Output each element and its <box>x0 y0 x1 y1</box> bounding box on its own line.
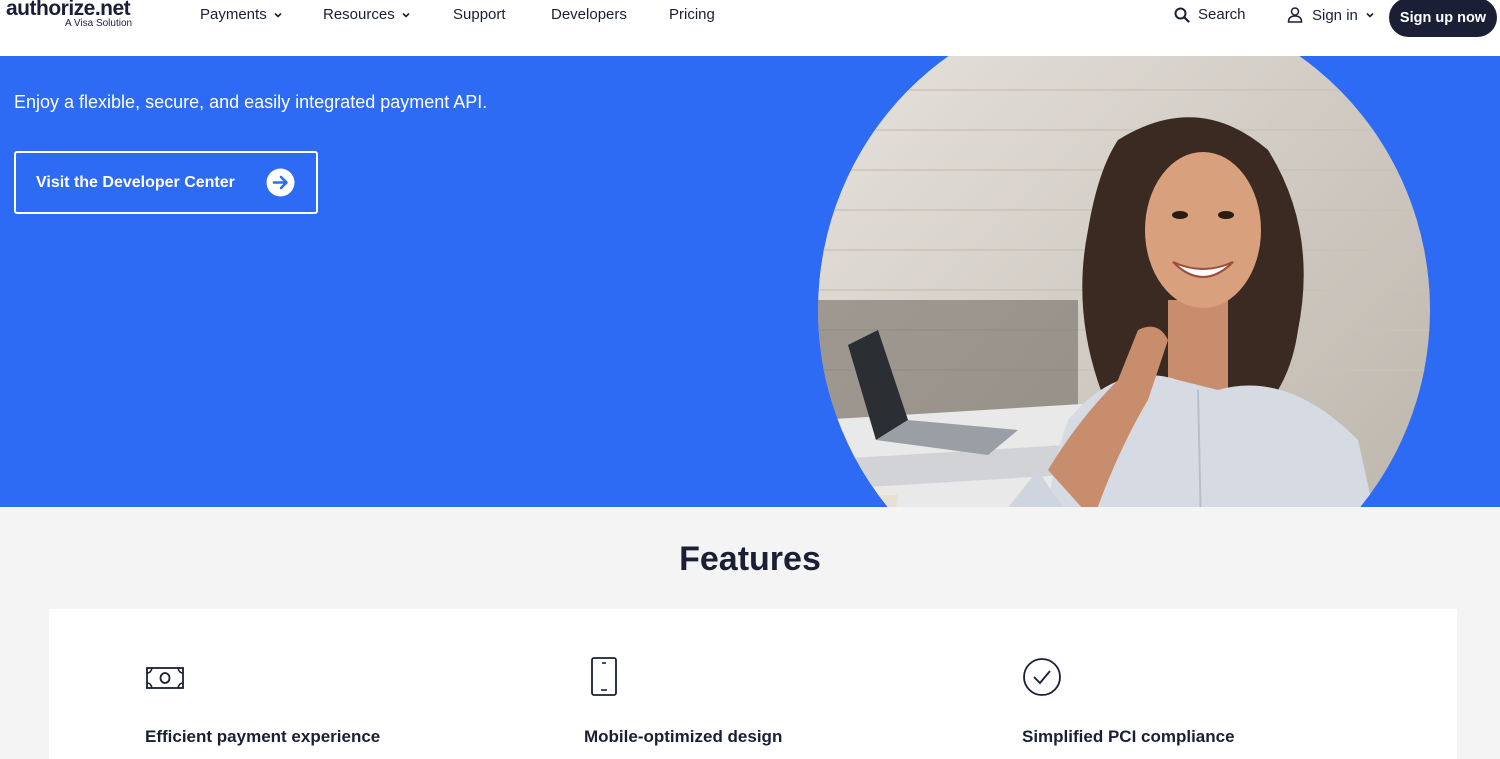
mobile-phone-icon <box>591 657 617 696</box>
developer-center-label: Visit the Developer Center <box>36 173 235 191</box>
nav-item-payments[interactable]: Payments <box>200 6 282 23</box>
chevron-down-icon <box>1366 12 1374 18</box>
nav-item-support[interactable]: Support <box>453 6 506 23</box>
hero-photo <box>818 56 1430 507</box>
features-title: Features <box>679 540 821 578</box>
sign-in-button[interactable]: Sign in <box>1286 6 1374 24</box>
nav-item-label: Developers <box>551 6 627 23</box>
nav-item-resources[interactable]: Resources <box>323 6 410 23</box>
sign-up-button[interactable]: Sign up now <box>1389 0 1497 37</box>
chevron-down-icon <box>402 12 410 18</box>
nav-item-label: Resources <box>323 6 395 23</box>
brand-tagline: A Visa Solution <box>65 18 133 29</box>
search-icon <box>1174 7 1190 23</box>
feature-label: Mobile-optimized design <box>584 727 783 746</box>
search-button[interactable]: Search <box>1174 6 1246 23</box>
site-header: authorize.net A Visa Solution Payments R… <box>0 0 1500 56</box>
cash-icon <box>146 667 184 689</box>
check-circle-icon <box>1023 658 1061 696</box>
nav-item-pricing[interactable]: Pricing <box>669 6 715 23</box>
feature-item: Efficient payment experience <box>145 657 380 746</box>
nav-item-label: Support <box>453 6 506 23</box>
sign-in-label: Sign in <box>1312 6 1358 24</box>
user-icon <box>1287 7 1303 23</box>
feature-label: Efficient payment experience <box>145 727 381 746</box>
search-label: Search <box>1198 6 1246 23</box>
smiling-woman-image <box>818 56 1430 507</box>
feature-item: Mobile-optimized design <box>584 657 782 746</box>
nav-item-label: Payments <box>200 6 267 23</box>
hero-section: Enjoy a flexible, secure, and easily int… <box>0 56 1500 507</box>
nav-item-label: Pricing <box>669 6 715 23</box>
chevron-down-icon <box>274 12 282 18</box>
hero-text: Enjoy a flexible, secure, and easily int… <box>14 92 488 112</box>
feature-label: Simplified PCI compliance <box>1022 727 1235 746</box>
features-card: Efficient payment experience Mobile-opti… <box>49 609 1457 759</box>
arrow-right-circle-icon <box>266 168 295 197</box>
feature-item: Simplified PCI compliance <box>1022 657 1235 746</box>
nav-item-developers[interactable]: Developers <box>551 6 627 23</box>
brand-logo[interactable]: authorize.net A Visa Solution <box>6 0 132 29</box>
developer-center-button[interactable]: Visit the Developer Center <box>14 151 318 214</box>
